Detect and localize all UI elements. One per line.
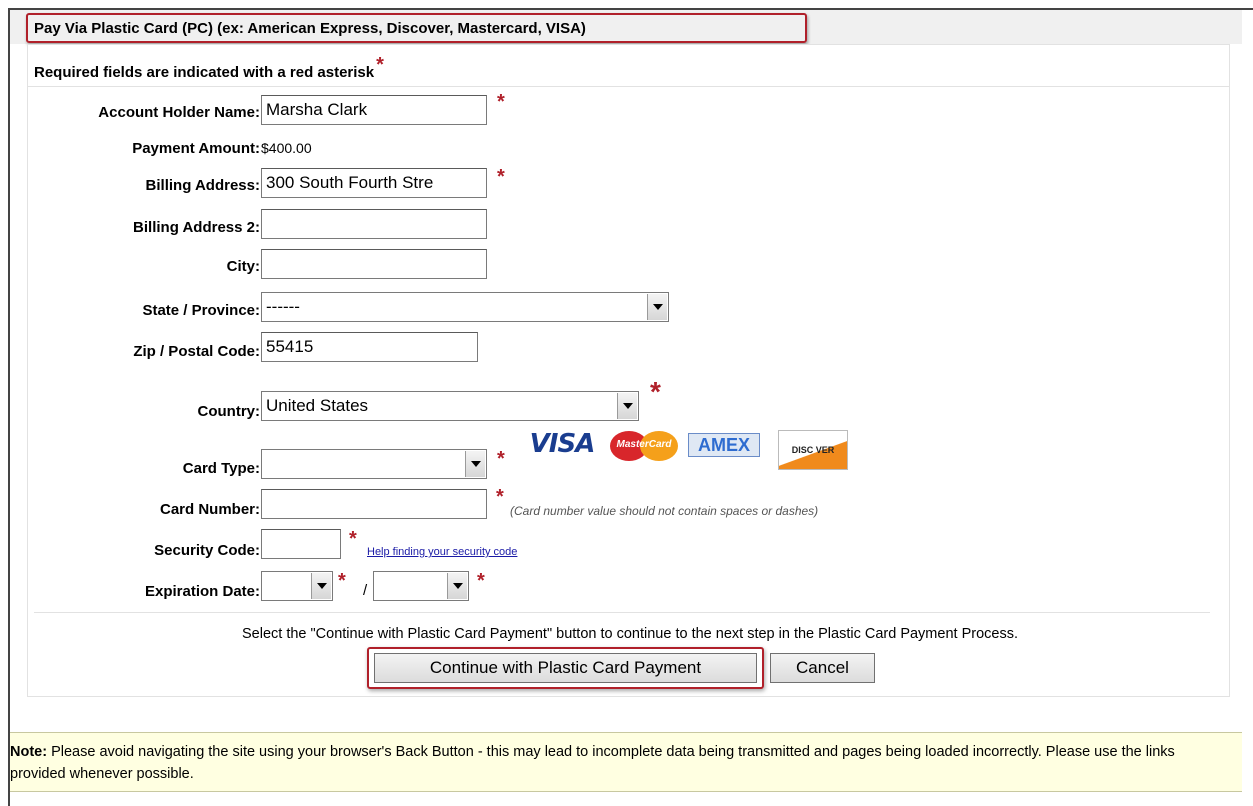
- zip-label: Zip / Postal Code:: [133, 343, 260, 360]
- dropdown-arrow-icon[interactable]: [465, 451, 485, 477]
- country-select[interactable]: United States: [261, 391, 639, 421]
- note-label: Note:: [10, 744, 48, 760]
- dropdown-arrow-icon[interactable]: [617, 393, 637, 419]
- billing-address-input[interactable]: 300 South Fourth Stre: [261, 168, 487, 198]
- card-number-input[interactable]: [261, 489, 487, 519]
- billing-address-label: Billing Address:: [145, 177, 260, 194]
- divider: [28, 86, 1229, 87]
- amex-logo: AMEX: [688, 433, 760, 457]
- continue-button[interactable]: Continue with Plastic Card Payment: [374, 653, 757, 683]
- expiration-year-select[interactable]: [373, 571, 469, 601]
- mastercard-logo: MasterCard: [608, 431, 680, 461]
- payment-amount-value: $400.00: [261, 140, 312, 156]
- billing-address2-input[interactable]: [261, 209, 487, 239]
- security-code-input[interactable]: [261, 529, 341, 559]
- discover-logo: DISC VER: [778, 430, 848, 470]
- instructions-text: Select the "Continue with Plastic Card P…: [242, 626, 1018, 642]
- dropdown-arrow-icon[interactable]: [447, 573, 467, 599]
- state-selected-value: ------: [266, 297, 300, 316]
- zip-input[interactable]: 55415: [261, 332, 478, 362]
- expiration-separator: /: [363, 582, 368, 599]
- billing-address2-label: Billing Address 2:: [133, 219, 260, 236]
- divider: [34, 612, 1210, 613]
- required-asterisk: *: [497, 448, 505, 470]
- security-code-label: Security Code:: [154, 542, 260, 559]
- card-number-hint: (Card number value should not contain sp…: [510, 504, 819, 518]
- expiration-month-select[interactable]: [261, 571, 333, 601]
- country-label: Country:: [197, 403, 261, 420]
- country-selected-value: United States: [266, 396, 369, 415]
- cancel-button[interactable]: Cancel: [770, 653, 875, 683]
- required-asterisk: *: [650, 376, 661, 407]
- card-type-select[interactable]: [261, 449, 487, 479]
- note-box: Note: Please avoid navigating the site u…: [10, 732, 1242, 792]
- security-code-help-link[interactable]: Help finding your security code: [367, 546, 517, 558]
- account-holder-label: Account Holder Name:: [98, 104, 260, 121]
- dropdown-arrow-icon[interactable]: [311, 573, 331, 599]
- required-asterisk: *: [496, 486, 504, 508]
- required-asterisk: *: [497, 166, 505, 188]
- required-fields-note: Required fields are indicated with a red…: [34, 54, 384, 83]
- required-asterisk: *: [497, 91, 505, 113]
- required-asterisk: *: [477, 570, 485, 592]
- required-asterisk: *: [349, 528, 357, 550]
- city-input[interactable]: [261, 249, 487, 279]
- dropdown-arrow-icon[interactable]: [647, 294, 667, 320]
- required-asterisk: *: [376, 54, 384, 76]
- required-asterisk: *: [338, 570, 346, 592]
- discover-logo-text: DISC VER: [791, 445, 835, 455]
- city-label: City:: [226, 258, 260, 275]
- visa-logo: VISA: [529, 429, 596, 459]
- expiration-date-label: Expiration Date:: [144, 583, 260, 600]
- state-select[interactable]: ------: [261, 292, 669, 322]
- title-highlight-box: [26, 13, 807, 43]
- card-number-label: Card Number:: [159, 501, 260, 518]
- state-label: State / Province:: [142, 302, 260, 319]
- payment-amount-label: Payment Amount:: [132, 140, 260, 157]
- account-holder-input[interactable]: Marsha Clark: [261, 95, 487, 125]
- mastercard-logo-text: MasterCard: [616, 439, 672, 450]
- required-note-text: Required fields are indicated with a red…: [34, 64, 375, 81]
- card-type-label: Card Type:: [182, 460, 260, 477]
- note-text: Please avoid navigating the site using y…: [10, 744, 1175, 782]
